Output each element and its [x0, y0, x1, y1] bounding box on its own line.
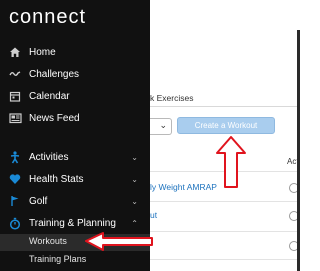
sidebar-item-label: Health Stats	[29, 174, 84, 185]
chevron-down-icon: ⌄	[131, 197, 138, 206]
sidebar-item-training-planning[interactable]: Training & Planning ⌃	[0, 214, 150, 234]
golf-flag-icon	[9, 195, 21, 208]
sidebar-item-home[interactable]: Home	[0, 43, 150, 63]
calendar-icon	[9, 90, 21, 103]
sidebar-item-golf[interactable]: Golf ⌄	[0, 192, 150, 212]
table-divider	[150, 259, 300, 260]
workout-title-link[interactable]: ly Weight AMRAP	[150, 182, 217, 192]
table-row: ut	[150, 206, 300, 228]
table-row	[150, 236, 300, 258]
chevron-up-icon: ⌃	[131, 219, 138, 228]
stopwatch-icon	[9, 217, 21, 230]
sidebar-item-label: Activities	[29, 152, 69, 163]
running-person-icon	[9, 151, 21, 164]
sidebar: connect Home Challenges Calendar News Fe…	[0, 0, 150, 271]
sidebar-item-challenges[interactable]: Challenges	[0, 65, 150, 85]
table-divider	[150, 201, 300, 202]
workout-type-select[interactable]: ⌄	[150, 118, 172, 135]
table-divider	[150, 231, 300, 232]
connect-logo[interactable]: connect	[9, 6, 86, 29]
sidebar-item-label: Home	[29, 47, 56, 58]
sidebar-scrollbar[interactable]	[297, 30, 300, 271]
content-header-strip	[150, 0, 300, 34]
create-workout-button[interactable]: Create a Workout	[177, 117, 275, 134]
sidebar-item-label: Challenges	[29, 69, 80, 80]
sidebar-item-health-stats[interactable]: Health Stats ⌄	[0, 170, 150, 190]
wave-icon	[9, 68, 21, 81]
chevron-down-icon: ⌄	[131, 153, 138, 162]
tab-exercises[interactable]: k Exercises	[150, 93, 193, 103]
sidebar-item-activities[interactable]: Activities ⌄	[0, 148, 150, 168]
table-row: ly Weight AMRAP	[150, 178, 300, 200]
main-content: k Exercises ⌄ Create a Workout Act ly We…	[150, 0, 300, 271]
sidebar-item-calendar[interactable]: Calendar	[0, 87, 150, 107]
sidebar-item-label: Calendar	[29, 91, 70, 102]
heart-icon	[9, 173, 21, 186]
chevron-down-icon: ⌄	[131, 175, 138, 184]
sidebar-subitem-label: Training Plans	[29, 254, 87, 264]
table-divider	[150, 171, 300, 172]
tab-divider	[150, 106, 300, 107]
sidebar-subitem-training-plans[interactable]: Training Plans	[0, 252, 150, 269]
home-icon	[9, 46, 21, 59]
newsfeed-icon	[9, 112, 22, 125]
chevron-down-icon: ⌄	[159, 120, 167, 130]
sidebar-item-label: Golf	[29, 196, 48, 207]
sidebar-item-label: Training & Planning	[29, 218, 116, 229]
sidebar-subitem-label: Workouts	[29, 236, 67, 246]
sidebar-subitem-workouts[interactable]: Workouts	[0, 234, 150, 251]
sidebar-item-news-feed[interactable]: News Feed	[0, 109, 150, 129]
sidebar-item-label: News Feed	[29, 113, 80, 124]
workout-title-link[interactable]: ut	[150, 210, 157, 220]
